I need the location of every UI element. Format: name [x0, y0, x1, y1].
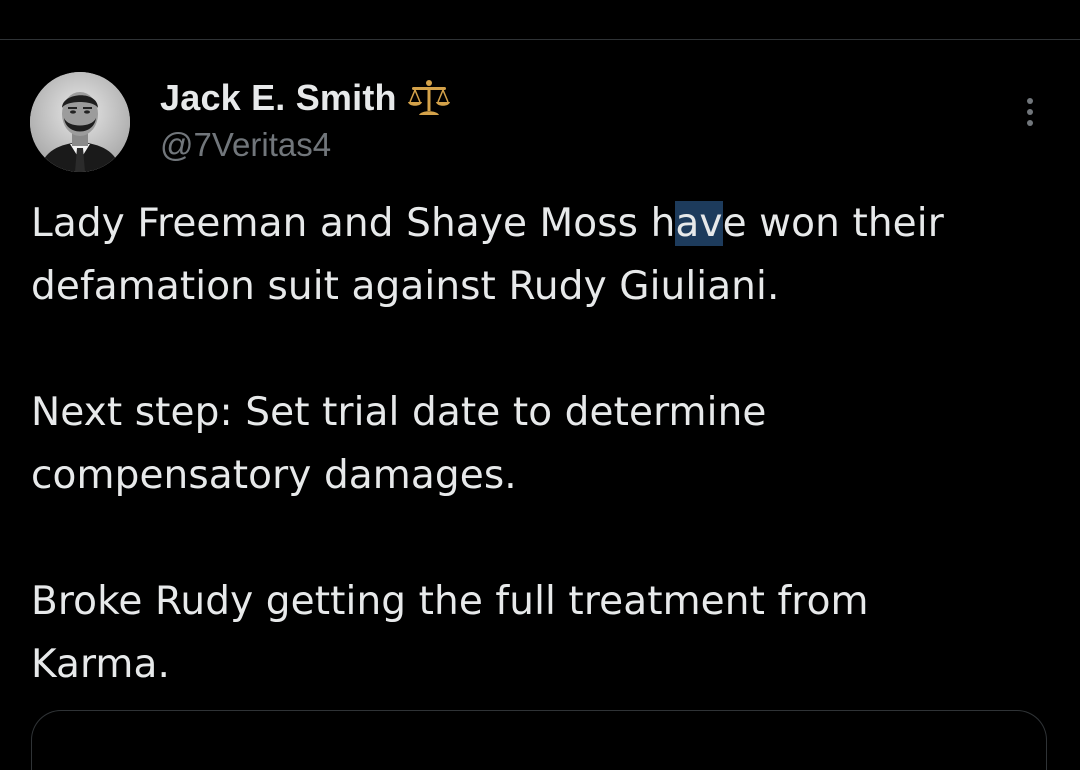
tweet-text-line: Broke Rudy getting the full treatment fr… [31, 579, 869, 624]
author-handle[interactable]: @7Veritas4 [160, 126, 331, 164]
tweet-text: Lady Freeman and Shaye Moss have won the… [31, 192, 1061, 696]
tweet-text-segment: e won their [722, 201, 944, 246]
avatar[interactable] [30, 72, 130, 172]
tweet-text-line: defamation suit against Rudy Giuliani. [31, 264, 780, 309]
more-options-button[interactable] [1012, 90, 1048, 134]
quoted-card[interactable] [31, 710, 1047, 770]
tweet-paragraph-2: Next step: Set trial date to determine c… [31, 381, 1061, 507]
avatar-portrait-icon [30, 72, 130, 172]
balance-scale-icon [407, 78, 451, 118]
tweet-text-segment: Lady Freeman and Shaye Moss h [31, 201, 676, 246]
tweet-text-line: compensatory damages. [31, 453, 517, 498]
more-vertical-icon [1027, 98, 1033, 104]
tweet-text-line: Karma. [31, 642, 171, 687]
tweet[interactable]: Jack E. Smith @7Veritas4 Lady Freeman an… [0, 40, 1080, 770]
author-display-name[interactable]: Jack E. Smith [160, 77, 397, 119]
more-vertical-icon-dot [1027, 109, 1033, 115]
more-vertical-icon-dot [1027, 120, 1033, 126]
tweet-text-line: Next step: Set trial date to determine [31, 390, 767, 435]
tweet-paragraph-3: Broke Rudy getting the full treatment fr… [31, 570, 1061, 696]
text-selection: av [675, 201, 723, 246]
author-name-row[interactable]: Jack E. Smith [160, 76, 451, 120]
tweet-paragraph-1: Lady Freeman and Shaye Moss have won the… [31, 192, 1061, 318]
